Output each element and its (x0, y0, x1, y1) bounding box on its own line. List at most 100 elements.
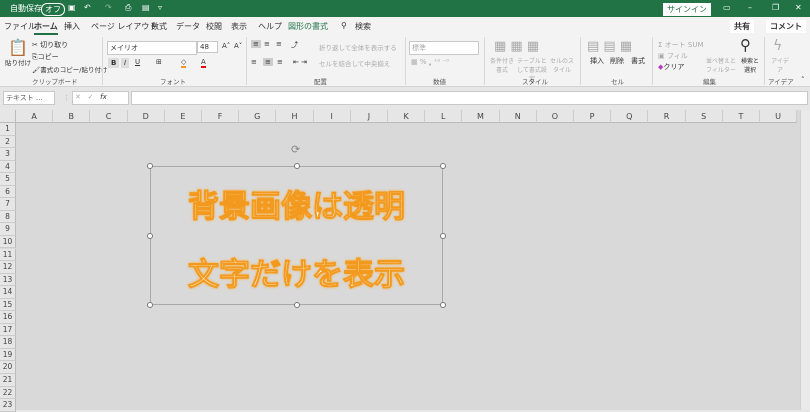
find-select-button[interactable]: 検索と選択 (739, 56, 761, 74)
delete-cells-button[interactable]: 削除 (610, 56, 624, 66)
text-box-shape[interactable]: 背景画像は透明 文字だけを表示 ⟳ (147, 143, 446, 308)
row-header[interactable]: 10 (0, 235, 16, 249)
tab-file[interactable]: ファイル (4, 21, 36, 32)
row-header[interactable]: 5 (0, 173, 16, 186)
row-header[interactable]: 7 (0, 198, 16, 211)
column-header[interactable]: O (536, 110, 574, 123)
preview-icon[interactable]: ▤ (142, 3, 150, 12)
column-header[interactable]: M (462, 110, 500, 123)
resize-handle[interactable] (440, 163, 446, 169)
format-painter-button[interactable]: 🖌書式のコピー/貼り付け (32, 64, 107, 74)
align-middle-button[interactable]: ≡ (264, 40, 270, 48)
customize-qat[interactable]: ▿ (158, 3, 162, 12)
row-header[interactable]: 4 (0, 160, 16, 174)
font-name-select[interactable]: メイリオ (107, 41, 197, 55)
minimize-button[interactable]: – (748, 3, 752, 12)
row-header[interactable]: 21 (0, 374, 16, 387)
align-center-button[interactable]: ≡ (263, 58, 273, 66)
comment-button[interactable]: コメント (766, 20, 806, 33)
save-icon[interactable]: ▣ (68, 3, 76, 12)
tab-insert[interactable]: 挿入 (64, 21, 80, 32)
resize-handle[interactable] (440, 233, 446, 239)
cut-button[interactable]: ✂ 切り取り (32, 40, 68, 50)
row-header[interactable]: 6 (0, 185, 16, 199)
fill-button[interactable]: ▣ フィル (658, 51, 688, 61)
row-header[interactable]: 13 (0, 273, 16, 287)
copy-button[interactable]: ⎘コピー (32, 52, 59, 62)
tab-view[interactable]: 表示 (231, 21, 247, 32)
restore-button[interactable]: ❐ (772, 3, 779, 12)
tab-home[interactable]: ホーム (34, 21, 58, 35)
row-header[interactable]: 1 (0, 123, 16, 136)
font-size-select[interactable]: 48 (197, 41, 218, 53)
column-header[interactable]: Q (611, 110, 649, 123)
column-header[interactable]: C (90, 110, 128, 123)
pen-icon[interactable]: ✎ (704, 3, 711, 12)
wrap-text-button[interactable]: 折り返して全体を表示する (319, 42, 397, 52)
tab-shape-format[interactable]: 図形の書式 (288, 21, 328, 32)
resize-handle[interactable] (147, 233, 153, 239)
resize-handle[interactable] (147, 163, 153, 169)
paste-button[interactable]: 貼り付け (5, 57, 31, 67)
resize-handle[interactable] (147, 302, 153, 308)
column-header[interactable]: N (499, 110, 537, 123)
fill-color-button[interactable]: ◇ (181, 58, 187, 68)
column-header[interactable]: A (16, 110, 54, 123)
ideas-button[interactable]: アイデア (770, 56, 790, 74)
ribbon-display-icon[interactable]: ▭ (723, 3, 731, 12)
clear-button[interactable]: ◆クリア (658, 62, 684, 72)
cell-styles-button[interactable]: セルのスタイル (550, 56, 574, 74)
underline-button[interactable]: U (135, 58, 140, 66)
column-header[interactable]: J (350, 110, 388, 123)
font-color-button[interactable]: A (201, 58, 206, 68)
resize-handle[interactable] (294, 163, 300, 169)
column-header[interactable]: T (722, 110, 760, 123)
paste-icon[interactable]: 📋 (8, 38, 28, 57)
grow-font-icon[interactable]: A˄ (222, 42, 230, 50)
collapse-ribbon-icon[interactable]: ˄ (801, 76, 805, 84)
insert-function-icon[interactable]: fx (100, 93, 107, 101)
row-header[interactable]: 14 (0, 286, 16, 299)
align-top-button[interactable]: ≡ (251, 40, 261, 48)
column-header[interactable]: U (760, 110, 798, 123)
row-header[interactable]: 17 (0, 323, 16, 337)
row-header[interactable]: 16 (0, 311, 16, 324)
name-box[interactable]: テキスト ... (3, 91, 55, 105)
merge-center-button[interactable]: セルを結合して中央揃え (319, 58, 390, 68)
column-header[interactable]: G (239, 110, 277, 123)
column-header[interactable]: R (648, 110, 686, 123)
conditional-format-button[interactable]: 条件付き書式 (489, 56, 515, 74)
undo-icon[interactable]: ↶ (84, 3, 91, 12)
resize-handle[interactable] (294, 302, 300, 308)
tab-help[interactable]: ヘルプ (258, 21, 282, 32)
enter-icon[interactable]: ✓ (88, 93, 94, 101)
row-header[interactable]: 3 (0, 148, 16, 161)
number-format-select[interactable]: 標準 (409, 41, 479, 55)
formula-input[interactable] (131, 91, 808, 105)
redo-icon[interactable]: ↷ (105, 3, 112, 12)
share-button[interactable]: 共有 (730, 20, 754, 33)
column-header[interactable]: E (164, 110, 202, 123)
row-header[interactable]: 12 (0, 261, 16, 274)
column-header[interactable]: I (313, 110, 351, 123)
tab-page-layout[interactable]: ページ レイアウト (91, 21, 157, 32)
autosum-button[interactable]: Σ オート SUM (658, 40, 704, 50)
bold-button[interactable]: B (108, 58, 120, 68)
column-header[interactable]: B (53, 110, 91, 123)
format-cells-button[interactable]: 書式 (631, 56, 645, 66)
row-header[interactable]: 20 (0, 361, 16, 374)
column-header[interactable]: F (202, 110, 240, 123)
column-header[interactable]: D (127, 110, 165, 123)
align-bottom-button[interactable]: ≡ (276, 40, 282, 48)
vertical-scrollbar[interactable] (800, 110, 810, 410)
shrink-font-icon[interactable]: A˅ (234, 42, 242, 50)
shape-text-line-2[interactable]: 文字だけを表示 (151, 249, 442, 294)
column-header[interactable]: L (425, 110, 463, 123)
row-header[interactable]: 9 (0, 223, 16, 236)
insert-cells-button[interactable]: 挿入 (590, 56, 604, 66)
column-header[interactable]: S (685, 110, 723, 123)
tab-review[interactable]: 校閲 (206, 21, 222, 32)
row-header[interactable]: 18 (0, 336, 16, 349)
autosave-toggle[interactable]: オフ (41, 3, 65, 16)
rotate-handle-icon[interactable]: ⟳ (291, 143, 300, 156)
